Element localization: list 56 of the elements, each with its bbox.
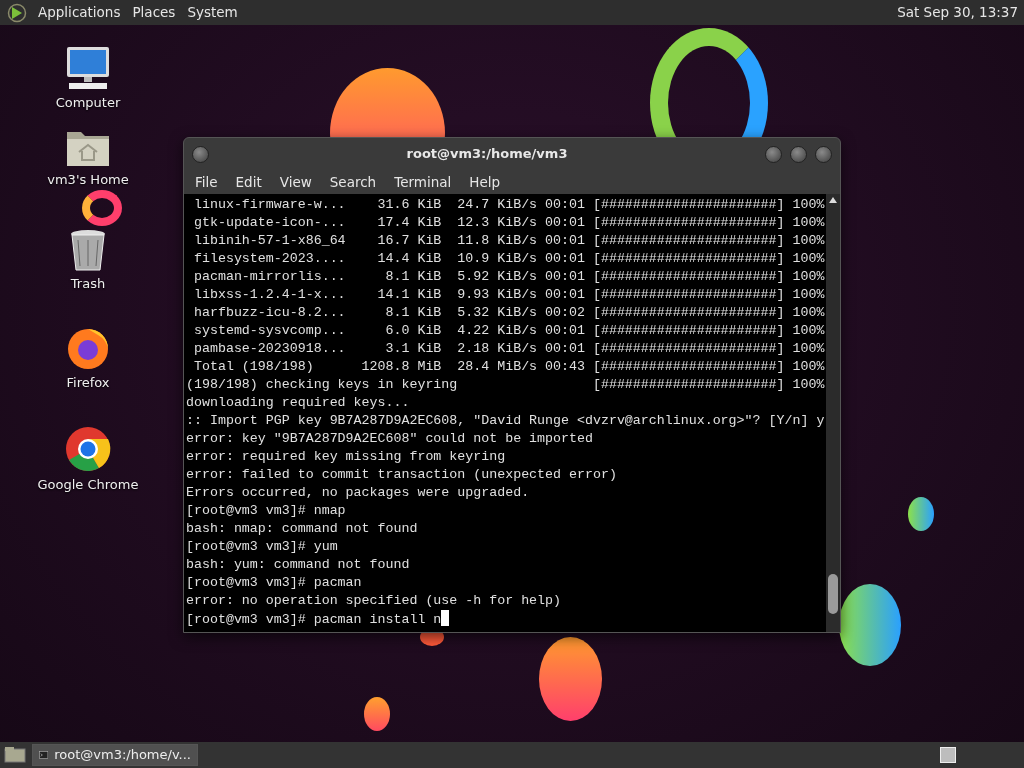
panel-menu[interactable]: Places: [126, 2, 182, 23]
terminal-line: Total (198/198) 1208.8 MiB 28.4 MiB/s 00:43 [######################] 100%: [192, 358, 826, 376]
terminal-line: downloading required keys...: [186, 394, 411, 412]
terminal-line: [root@vm3 vm3]# nmap: [186, 502, 347, 520]
terminal-line: pacman-mirrorlis... 8.1 KiB 5.92 KiB/s 00:01 [######################] 100%: [192, 268, 826, 286]
terminal-line: error: no operation specified (use -h for help): [186, 592, 563, 610]
menu-logo-icon[interactable]: [6, 2, 28, 23]
terminal-line: filesystem-2023.... 14.4 KiB 10.9 KiB/s 00:01 [######################] 100%: [192, 250, 826, 268]
terminal-line: (198/198) checking keys in keyring [######################] 100%: [186, 376, 826, 394]
terminal-line: harfbuzz-icu-8.2... 8.1 KiB 5.32 KiB/s 00:02 [######################] 100%: [192, 304, 826, 322]
terminal-line: [root@vm3 vm3]# pacman: [186, 574, 363, 592]
terminal-line: pambase-20230918... 3.1 KiB 2.18 KiB/s 00:01 [######################] 100%: [192, 340, 826, 358]
terminal-line: libxss-1.2.4-1-x... 14.1 KiB 9.93 KiB/s 00:01 [######################] 100%: [192, 286, 826, 304]
icon-label[interactable]: Computer: [55, 93, 121, 113]
icon-label[interactable]: Trash: [70, 274, 106, 294]
wallpaper-blob: [908, 497, 934, 531]
icon-label[interactable]: Google Chrome: [37, 475, 139, 495]
window-title: root@vm3:/home/vm3: [405, 145, 569, 164]
clock: Sat Sep 30, 13:37: [897, 3, 1019, 23]
terminal-line: [root@vm3 vm3]# pacman install n: [186, 610, 826, 628]
scrollbar-thumb[interactable]: [828, 574, 838, 614]
terminal-line: bash: yum: command not found: [186, 556, 411, 574]
terminal-line: error: failed to commit transaction (unexpected error): [186, 466, 618, 484]
scroll-up-arrow-icon[interactable]: [829, 197, 837, 203]
minimize-button[interactable]: [765, 145, 782, 163]
terminal-line: Errors occurred, no packages were upgraded.: [186, 484, 531, 502]
terminal-line: gtk-update-icon-... 17.4 KiB 12.3 KiB/s 00:01 [######################] 100%: [192, 214, 826, 232]
terminal-line: error: required key missing from keyring: [186, 448, 507, 466]
icon-label[interactable]: vm3's Home: [47, 170, 129, 190]
show-desktop-icon[interactable]: [2, 745, 28, 765]
menu-item[interactable]: File: [186, 171, 227, 193]
terminal-line: [root@vm3 vm3]# yum: [186, 538, 339, 556]
scrollbar[interactable]: [826, 194, 840, 632]
terminal-icon: [39, 749, 49, 761]
terminal-line: :: Import PGP key 9B7A287D9A2EC608, "David Runge <dvzrv@archlinux.org>"? [Y/n] y: [186, 412, 826, 430]
terminal-line: error: key "9B7A287D9A2EC608" could not be imported: [186, 430, 594, 448]
panel-menu[interactable]: Applications: [32, 2, 127, 23]
workspace-switcher[interactable]: [940, 747, 956, 763]
browser-icon: [64, 425, 112, 473]
wallpaper-blob: [364, 697, 390, 731]
panel-menu[interactable]: System: [181, 2, 244, 23]
terminal-line: linux-firmware-w... 31.6 KiB 24.7 KiB/s 00:01 [######################] 100%: [192, 196, 826, 214]
terminal-line: systemd-sysvcomp... 6.0 KiB 4.22 KiB/s 00:01 [######################] 100%: [192, 322, 826, 340]
menu-item[interactable]: Terminal: [385, 171, 461, 193]
close-button[interactable]: [815, 145, 832, 163]
icon-label[interactable]: Firefox: [66, 373, 110, 393]
maximize-button[interactable]: [790, 145, 807, 163]
menu-item[interactable]: Edit: [226, 171, 271, 193]
menu-item[interactable]: Search: [320, 171, 386, 193]
trash-icon: [68, 228, 108, 272]
window-menu-button[interactable]: [192, 145, 209, 163]
menu-item[interactable]: View: [270, 171, 321, 193]
taskbar-button[interactable]: root@vm3:/home/v...: [32, 744, 198, 766]
terminal-line: bash: nmap: command not found: [186, 520, 419, 538]
menu-item[interactable]: Help: [460, 171, 510, 193]
terminal-line: libinih-57-1-x86_64 16.7 KiB 11.8 KiB/s 00:01 [######################] 100%: [192, 232, 826, 250]
